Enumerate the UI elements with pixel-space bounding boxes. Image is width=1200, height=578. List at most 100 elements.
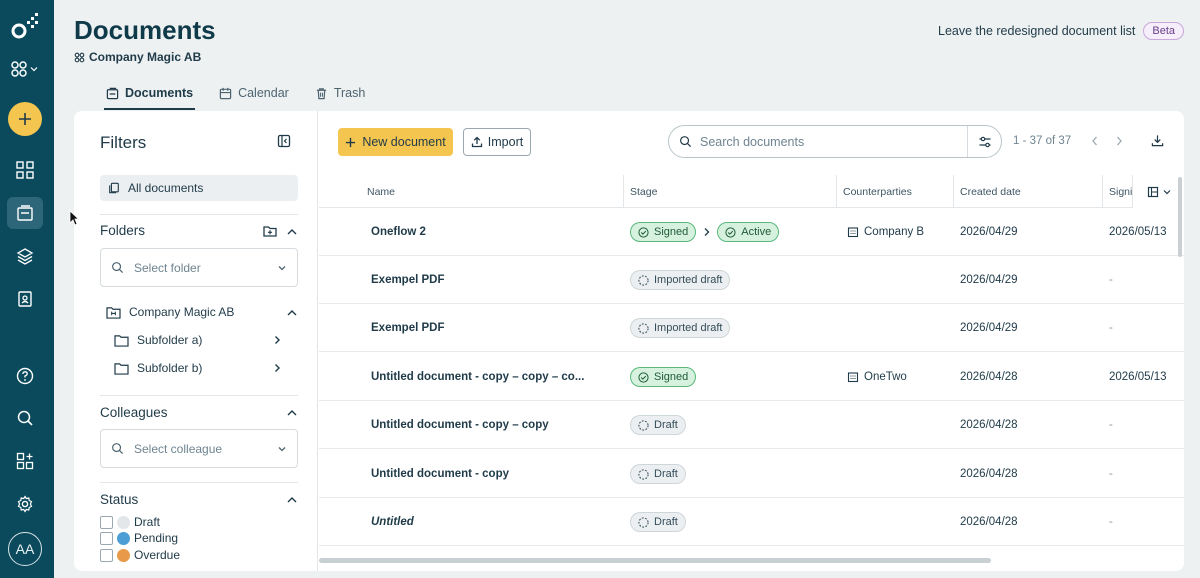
folder-root[interactable]: Company Magic AB (106, 305, 234, 319)
status-overdue[interactable]: Overdue (100, 548, 180, 562)
stage-pill-draft: Draft (630, 415, 686, 435)
checkbox[interactable] (100, 515, 113, 529)
status-label: Status (100, 492, 139, 507)
stage-cell: Draft (630, 450, 686, 498)
tab-trash[interactable]: Trash (313, 76, 368, 110)
company-label: Company Magic AB (74, 50, 201, 64)
chevron-left-icon[interactable] (1090, 135, 1100, 147)
import-button[interactable]: Import (463, 128, 531, 156)
tab-label: Calendar (238, 86, 289, 100)
created-date: 2026/04/29 (960, 274, 1018, 286)
address-book-nav[interactable] (7, 283, 43, 315)
tab-documents[interactable]: Documents (104, 76, 196, 110)
checkbox[interactable] (100, 531, 113, 545)
add-button[interactable] (8, 102, 42, 136)
folder-item[interactable]: Subfolder b) (114, 361, 202, 375)
status-dot (117, 548, 130, 562)
chevron-up-icon[interactable] (286, 226, 298, 238)
new-document-button[interactable]: New document (338, 128, 453, 156)
chevron-right-icon[interactable] (272, 363, 282, 373)
marketplace-icon (16, 452, 34, 470)
search-nav[interactable] (7, 402, 43, 434)
column-header-counterparties[interactable]: Counterparties (836, 175, 953, 208)
search-icon (112, 443, 124, 455)
tab-calendar[interactable]: Calendar (217, 76, 291, 110)
table-row[interactable]: Untitled document - copy – copy – co... … (319, 353, 1184, 401)
document-name[interactable]: Untitled document - copy – copy (371, 401, 621, 449)
leave-redesign[interactable]: Leave the redesigned document list Beta (938, 22, 1184, 40)
dashboard-nav[interactable] (7, 154, 43, 186)
help-icon (16, 367, 34, 385)
chevron-up-icon[interactable] (286, 407, 298, 419)
table-row[interactable]: Untitled document - copy – copy Draft 20… (319, 401, 1184, 449)
table-row[interactable]: Oneflow 2 Signed Active Company B 2026/0… (319, 208, 1184, 256)
dashed-circle-icon (638, 516, 649, 528)
colleague-select-placeholder: Select colleague (134, 441, 223, 456)
folder-item[interactable]: Subfolder a) (114, 333, 202, 347)
chevron-right-icon[interactable] (1114, 135, 1124, 147)
counterparty-name: OneTwo (864, 371, 907, 383)
chevron-right-icon[interactable] (272, 335, 282, 345)
new-document-label: New document (362, 135, 446, 149)
document-name[interactable]: Untitled document - copy (371, 450, 621, 498)
column-header-created[interactable]: Created date (953, 175, 1102, 208)
chevron-up-icon[interactable] (286, 494, 298, 506)
checkbox[interactable] (100, 548, 113, 562)
tab-label: Trash (333, 86, 366, 100)
all-documents-filter[interactable]: All documents (100, 175, 298, 201)
stage-cell: Draft (630, 401, 686, 449)
horizontal-scrollbar[interactable] (319, 558, 991, 563)
logo-icon[interactable] (10, 12, 40, 42)
table-row[interactable]: Exempel PDF Imported draft 2026/04/29 - (319, 256, 1184, 304)
collapse-panel-icon[interactable] (277, 134, 291, 148)
signed-date: 2026/05/13 (1109, 371, 1167, 383)
trash-icon (316, 87, 326, 99)
beta-badge: Beta (1143, 22, 1184, 40)
avatar[interactable]: AA (8, 532, 42, 566)
templates-icon (16, 248, 34, 265)
mouse-cursor-icon (69, 210, 79, 226)
search-input[interactable]: Search documents (668, 125, 1002, 158)
help-nav[interactable] (7, 360, 43, 392)
workspace-switcher[interactable] (10, 58, 42, 80)
templates-nav[interactable] (7, 240, 43, 272)
settings-icon (17, 495, 33, 513)
chevron-down-icon (30, 67, 38, 72)
chevron-up-icon[interactable] (286, 307, 298, 319)
counterparty-cell: Company B (847, 208, 924, 256)
column-settings-button[interactable] (1132, 175, 1184, 208)
advanced-search-button[interactable] (967, 126, 1001, 157)
table-row[interactable]: Exempel PDF Imported draft 2026/04/29 - (319, 304, 1184, 352)
signed-date: - (1109, 516, 1113, 528)
settings-nav[interactable] (7, 488, 43, 520)
marketplace-nav[interactable] (7, 445, 43, 477)
dashed-circle-icon (638, 468, 649, 480)
search-icon (680, 136, 692, 148)
document-name[interactable]: Exempel PDF (371, 304, 621, 352)
document-name[interactable]: Oneflow 2 (371, 208, 621, 256)
colleague-select[interactable]: Select colleague (100, 429, 298, 468)
stage-pill-imported-draft: Imported draft (630, 270, 731, 290)
company-icon (847, 372, 859, 383)
document-name[interactable]: Untitled (371, 498, 621, 546)
created-date: 2026/04/29 (960, 226, 1018, 238)
vertical-scrollbar[interactable] (1178, 177, 1182, 257)
download-icon[interactable] (1151, 134, 1164, 147)
check-circle-icon (638, 371, 649, 383)
folder-select[interactable]: Select folder (100, 248, 298, 287)
document-name[interactable]: Untitled document - copy – copy – co... (371, 353, 621, 401)
document-name[interactable]: Exempel PDF (371, 256, 621, 304)
table-row[interactable]: Untitled Draft 2026/04/28 - (319, 498, 1184, 546)
page-title: Documents (74, 15, 216, 45)
add-folder-icon[interactable] (263, 224, 277, 238)
document-tabs: Documents Calendar Trash (104, 76, 367, 110)
column-header-stage[interactable]: Stage (623, 175, 838, 208)
leave-redesign-link[interactable]: Leave the redesigned document list (938, 24, 1135, 38)
table-row[interactable]: Untitled document - copy Draft 2026/04/2… (319, 450, 1184, 498)
status-draft[interactable]: Draft (100, 515, 160, 529)
folder-select-placeholder: Select folder (134, 260, 201, 275)
status-pending[interactable]: Pending (100, 531, 178, 545)
column-header-name[interactable]: Name (361, 175, 395, 208)
table-header: Name Stage Counterparties Created date S… (319, 175, 1184, 208)
documents-nav[interactable] (7, 197, 43, 229)
